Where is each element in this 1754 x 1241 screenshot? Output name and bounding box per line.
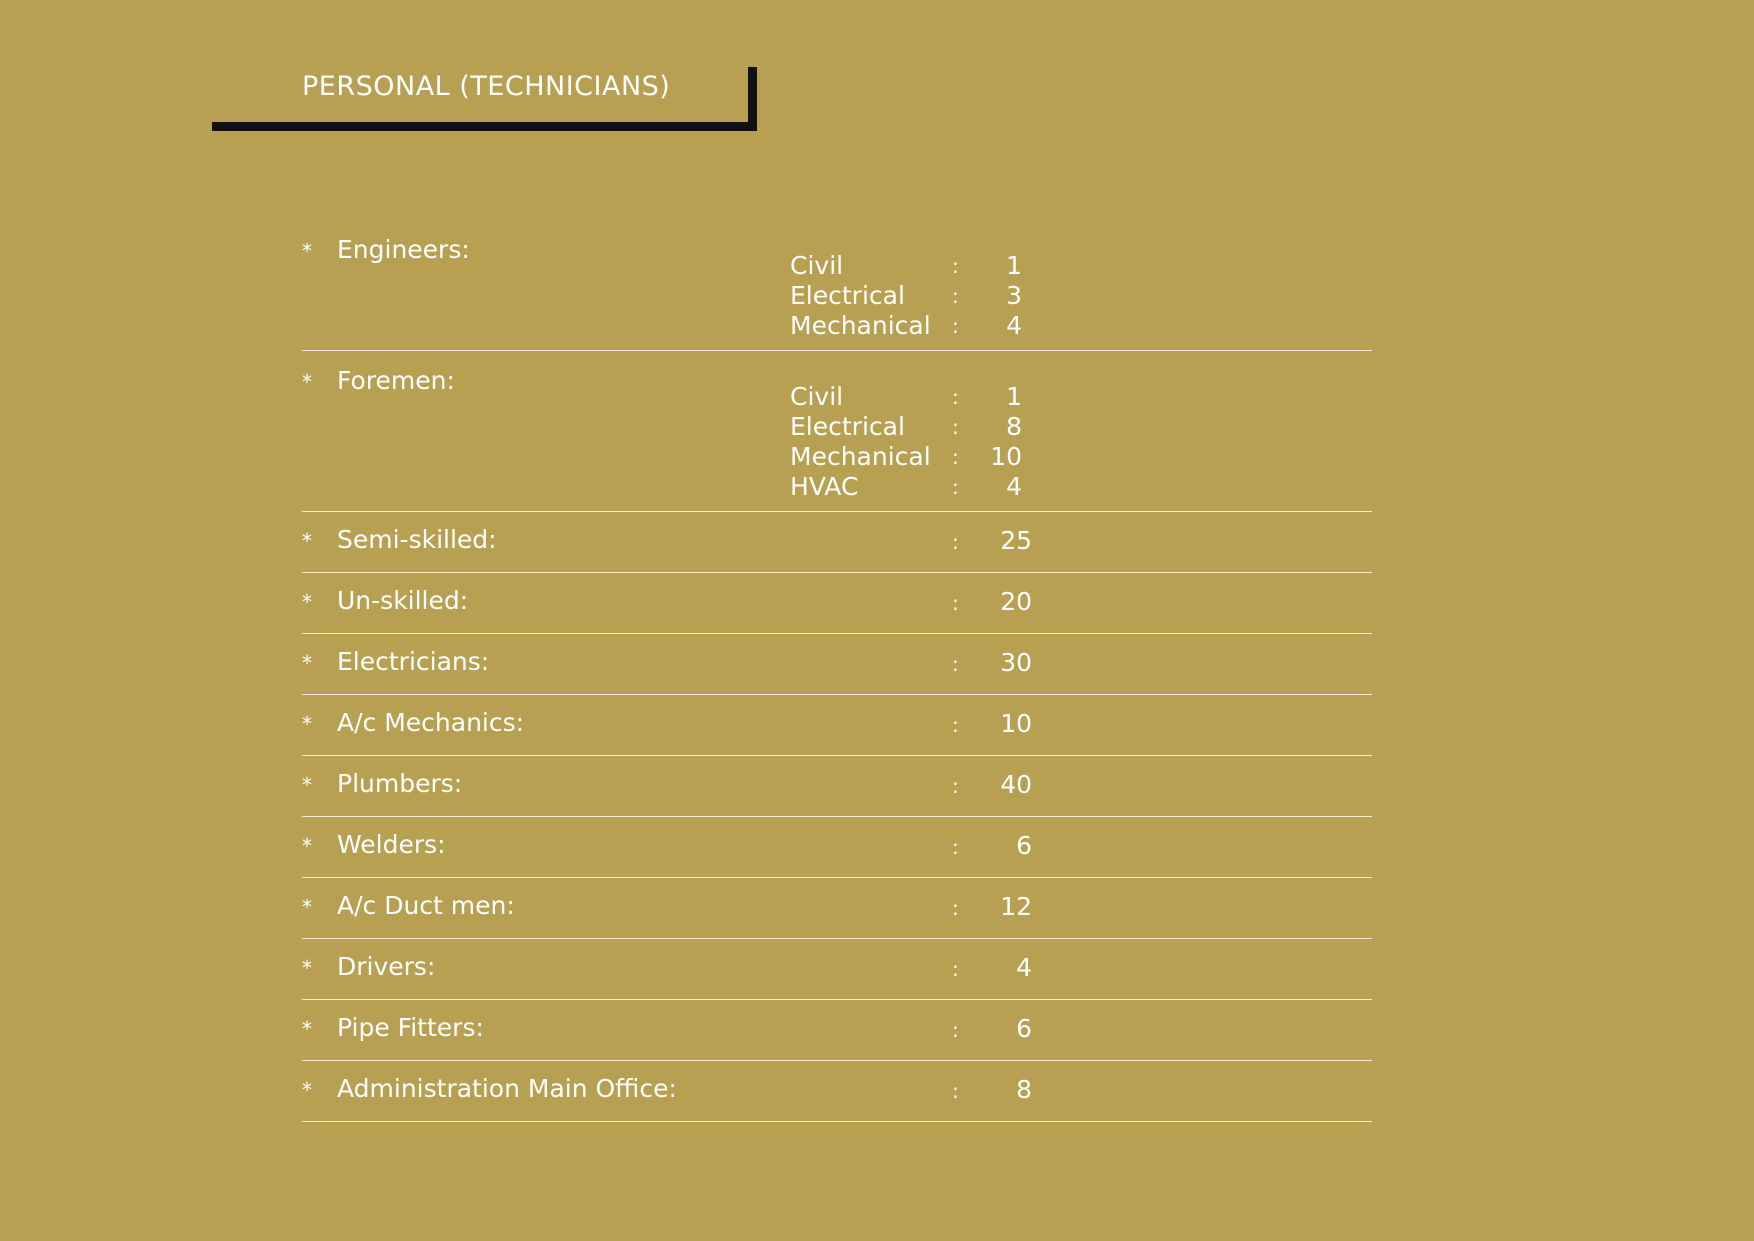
category-count: 6: [1016, 831, 1032, 860]
category-label: A/c Duct men:: [337, 891, 515, 920]
category-label: Administration Main Office:: [337, 1074, 677, 1103]
personnel-section: * Welders:: 6: [302, 817, 1372, 878]
colon-separator: :: [952, 591, 959, 615]
subcategory-label: Civil: [790, 251, 844, 280]
colon-separator: :: [952, 1079, 959, 1103]
section-header: * Semi-skilled:: 25: [302, 512, 1372, 572]
subcategory-count: 10: [990, 442, 1022, 471]
category-count: 40: [1000, 770, 1032, 799]
subcategory-row: Mechanical: 4: [302, 310, 1372, 340]
section-header: * Pipe Fitters:: 6: [302, 1000, 1372, 1060]
subcategory-list: Civil: 1 Electrical: 3 Mechanical: 4: [302, 250, 1372, 340]
section-header: * Engineers:: [302, 220, 1372, 264]
bullet-marker: *: [302, 834, 312, 858]
colon-separator: :: [952, 445, 959, 469]
category-count: 30: [1000, 648, 1032, 677]
subcategory-label: Mechanical: [790, 442, 931, 471]
personnel-section: * Electricians:: 30: [302, 634, 1372, 695]
personnel-section: * Engineers: Civil:1 Electrical:3 Mechanical…: [302, 220, 1372, 351]
category-label: A/c Mechanics:: [337, 708, 525, 737]
bullet-marker: *: [302, 1078, 312, 1102]
category-label: Un-skilled:: [337, 586, 469, 615]
section-header: * Electricians:: 30: [302, 634, 1372, 694]
category-count: 4: [1016, 953, 1032, 982]
subcategory-label: Mechanical: [790, 311, 931, 340]
section-header: * Plumbers:: 40: [302, 756, 1372, 816]
colon-separator: :: [952, 896, 959, 920]
subcategory-count: 1: [1006, 251, 1022, 280]
category-count: 8: [1016, 1075, 1032, 1104]
colon-separator: :: [952, 314, 959, 338]
category-count: 25: [1000, 526, 1032, 555]
personnel-section: * Pipe Fitters:: 6: [302, 1000, 1372, 1061]
bullet-marker: *: [302, 651, 312, 675]
section-header: * Administration Main Office:: 8: [302, 1061, 1372, 1121]
personnel-section: * A/c Duct men:: 12: [302, 878, 1372, 939]
bullet-marker: *: [302, 1017, 312, 1041]
section-header: * Un-skilled:: 20: [302, 573, 1372, 633]
category-label: Drivers:: [337, 952, 436, 981]
personnel-section: * A/c Mechanics:: 10: [302, 695, 1372, 756]
colon-separator: :: [952, 713, 959, 737]
subcategory-row: HVAC: 4: [302, 471, 1372, 501]
page-title: PERSONAL (TECHNICIANS): [302, 71, 671, 102]
bullet-marker: *: [302, 712, 312, 736]
subcategory-label: HVAC: [790, 472, 859, 501]
subcategory-label: Electrical: [790, 281, 905, 310]
colon-separator: :: [952, 652, 959, 676]
subcategory-row: Electrical: 3: [302, 280, 1372, 310]
colon-separator: :: [952, 475, 959, 499]
subcategory-count: 8: [1006, 412, 1022, 441]
section-header: * Drivers:: 4: [302, 939, 1372, 999]
personnel-section: * Plumbers:: 40: [302, 756, 1372, 817]
personnel-section: * Administration Main Office:: 8: [302, 1061, 1372, 1122]
category-label: Electricians:: [337, 647, 490, 676]
colon-separator: :: [952, 774, 959, 798]
bullet-marker: *: [302, 895, 312, 919]
subcategory-row: Electrical: 8: [302, 411, 1372, 441]
subcategory-row: Civil: 1: [302, 250, 1372, 280]
subcategory-count: 4: [1006, 472, 1022, 501]
section-header: * A/c Duct men:: 12: [302, 878, 1372, 938]
title-block: PERSONAL (TECHNICIANS): [212, 67, 757, 131]
colon-separator: :: [952, 957, 959, 981]
category-label: Welders:: [337, 830, 446, 859]
category-count: 6: [1016, 1014, 1032, 1043]
personnel-section: * Foremen: Civil: 1 Electrical: 8 Mechanical: 1…: [302, 351, 1372, 512]
bullet-marker: *: [302, 773, 312, 797]
colon-separator: :: [952, 254, 959, 278]
personnel-section: * Drivers:: 4: [302, 939, 1372, 1000]
section-header: * Foremen:: [302, 351, 1372, 395]
category-count: 10: [1000, 709, 1032, 738]
bullet-marker: *: [302, 590, 312, 614]
category-label: Semi-skilled:: [337, 525, 497, 554]
bullet-marker: *: [302, 956, 312, 980]
colon-separator: :: [952, 835, 959, 859]
colon-separator: :: [952, 284, 959, 308]
personnel-section: * Un-skilled:: 20: [302, 573, 1372, 634]
subcategory-label: Civil: [790, 382, 844, 411]
subcategory-row: Civil: 1: [302, 381, 1372, 411]
section-header: * A/c Mechanics:: 10: [302, 695, 1372, 755]
category-label: Plumbers:: [337, 769, 463, 798]
personnel-section: * Semi-skilled:: 25: [302, 512, 1372, 573]
subcategory-count: 1: [1006, 382, 1022, 411]
subcategory-row: Mechanical: 10: [302, 441, 1372, 471]
bullet-marker: *: [302, 529, 312, 553]
colon-separator: :: [952, 530, 959, 554]
subcategory-list: Civil: 1 Electrical: 8 Mechanical: 10 HVAC: 4: [302, 381, 1372, 501]
subcategory-label: Electrical: [790, 412, 905, 441]
subcategory-count: 4: [1006, 311, 1022, 340]
colon-separator: :: [952, 1018, 959, 1042]
colon-separator: :: [952, 385, 959, 409]
section-header: * Welders:: 6: [302, 817, 1372, 877]
category-count: 20: [1000, 587, 1032, 616]
category-label: Pipe Fitters:: [337, 1013, 484, 1042]
colon-separator: :: [952, 415, 959, 439]
personnel-list: * Engineers: Civil:1 Electrical:3 Mechanical…: [302, 220, 1372, 1122]
subcategory-count: 3: [1006, 281, 1022, 310]
category-count: 12: [1000, 892, 1032, 921]
